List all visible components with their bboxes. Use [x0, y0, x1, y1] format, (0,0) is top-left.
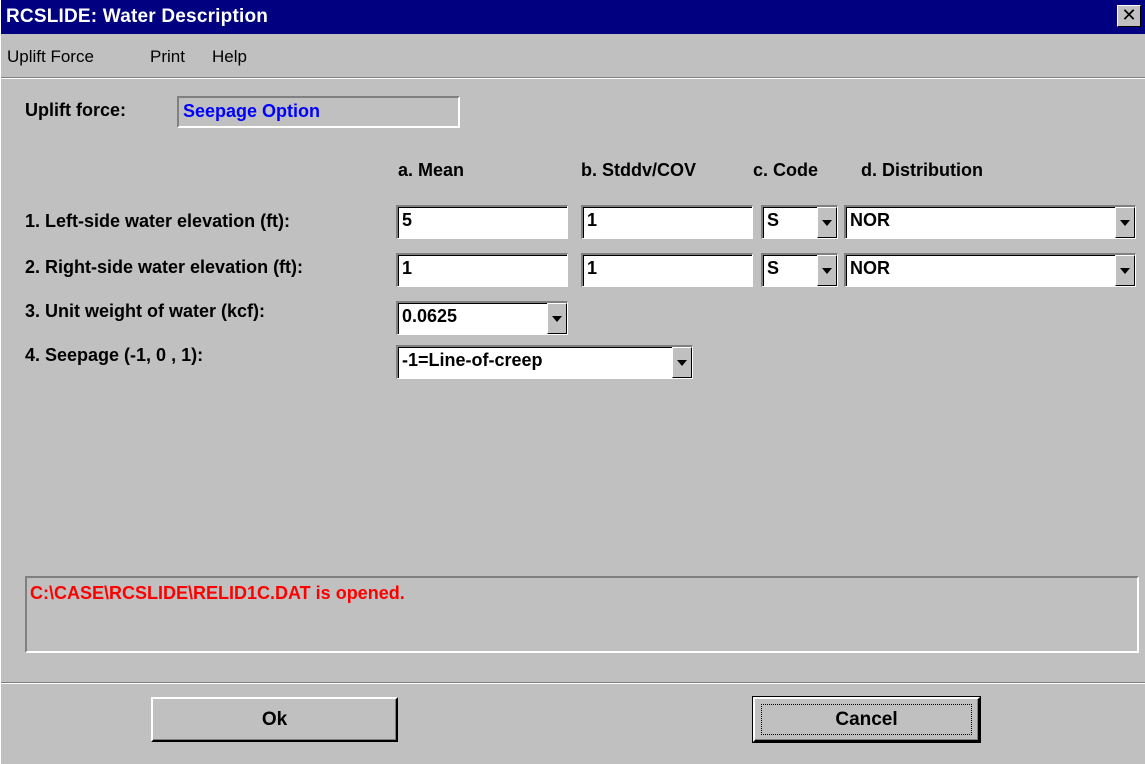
right-side-distribution-value: NOR — [850, 258, 890, 278]
unit-weight-label: 3. Unit weight of water (kcf): — [25, 301, 266, 321]
right-side-elevation-label: 2. Right-side water elevation (ft): — [25, 257, 304, 277]
right-side-code-select[interactable]: S — [761, 253, 838, 287]
seepage-value: -1=Line-of-creep — [402, 350, 543, 370]
chevron-down-icon — [822, 219, 832, 226]
ok-button[interactable]: Ok — [151, 697, 398, 742]
menu-help[interactable]: Help — [212, 47, 247, 67]
right-side-distribution-select[interactable]: NOR — [844, 253, 1136, 287]
column-header-stddv: b. Stddv/COV — [581, 160, 697, 180]
unit-weight-value: 0.0625 — [402, 306, 458, 326]
uplift-force-value: Seepage Option — [183, 101, 321, 121]
left-side-elevation-label: 1. Left-side water elevation (ft): — [25, 211, 291, 231]
column-header-code: c. Code — [753, 160, 819, 180]
left-side-distribution-value: NOR — [850, 210, 890, 230]
window-title: RCSLIDE: Water Description — [6, 6, 269, 27]
chevron-down-icon — [822, 267, 832, 274]
cancel-button[interactable]: Cancel — [752, 696, 981, 743]
chevron-down-icon — [1120, 267, 1130, 274]
close-button[interactable]: ✕ — [1117, 5, 1141, 27]
column-header-distribution: d. Distribution — [861, 160, 983, 180]
ok-button-label: Ok — [261, 709, 288, 730]
right-side-mean-value: 1 — [402, 258, 413, 278]
menu-print[interactable]: Print — [150, 47, 185, 67]
left-side-code-value: S — [767, 210, 780, 230]
seepage-label: 4. Seepage (-1, 0 , 1): — [25, 345, 204, 365]
menu-uplift-force[interactable]: Uplift Force — [7, 47, 94, 67]
left-side-code-dropdown-button[interactable] — [817, 207, 837, 238]
seepage-select[interactable]: -1=Line-of-creep — [396, 345, 693, 379]
left-side-stddv-value: 1 — [587, 210, 598, 230]
cancel-button-label: Cancel — [835, 709, 898, 730]
left-side-distribution-select[interactable]: NOR — [844, 205, 1136, 239]
close-icon: ✕ — [1121, 5, 1137, 25]
right-side-stddv-input[interactable]: 1 — [581, 253, 753, 287]
right-side-code-dropdown-button[interactable] — [817, 255, 837, 286]
right-side-distribution-dropdown-button[interactable] — [1115, 255, 1135, 286]
left-side-distribution-dropdown-button[interactable] — [1115, 207, 1135, 238]
button-area-divider — [1, 682, 1145, 684]
title-bar: RCSLIDE: Water Description ✕ — [1, 0, 1145, 34]
chevron-down-icon — [552, 315, 562, 322]
chevron-down-icon — [1120, 219, 1130, 226]
left-side-code-select[interactable]: S — [761, 205, 838, 239]
right-side-mean-input[interactable]: 1 — [396, 253, 568, 287]
left-side-mean-value: 5 — [402, 210, 413, 230]
water-description-window: RCSLIDE: Water Description ✕ Uplift Forc… — [0, 0, 1145, 764]
seepage-dropdown-button[interactable] — [672, 347, 692, 378]
left-side-stddv-input[interactable]: 1 — [581, 205, 753, 239]
left-side-mean-input[interactable]: 5 — [396, 205, 568, 239]
right-side-code-value: S — [767, 258, 780, 278]
uplift-force-label: Uplift force: — [25, 100, 126, 120]
uplift-force-field: Seepage Option — [177, 96, 460, 128]
right-side-stddv-value: 1 — [587, 258, 598, 278]
menu-divider — [1, 77, 1145, 79]
column-header-mean: a. Mean — [398, 160, 465, 180]
unit-weight-dropdown-button[interactable] — [547, 303, 567, 334]
status-message-box: C:\CASE\RCSLIDE\RELID1C.DAT is opened. — [25, 576, 1139, 653]
status-message: C:\CASE\RCSLIDE\RELID1C.DAT is opened. — [30, 583, 405, 603]
menu-bar: Uplift Force Print Help — [1, 44, 1145, 72]
unit-weight-select[interactable]: 0.0625 — [396, 301, 568, 335]
chevron-down-icon — [677, 359, 687, 366]
